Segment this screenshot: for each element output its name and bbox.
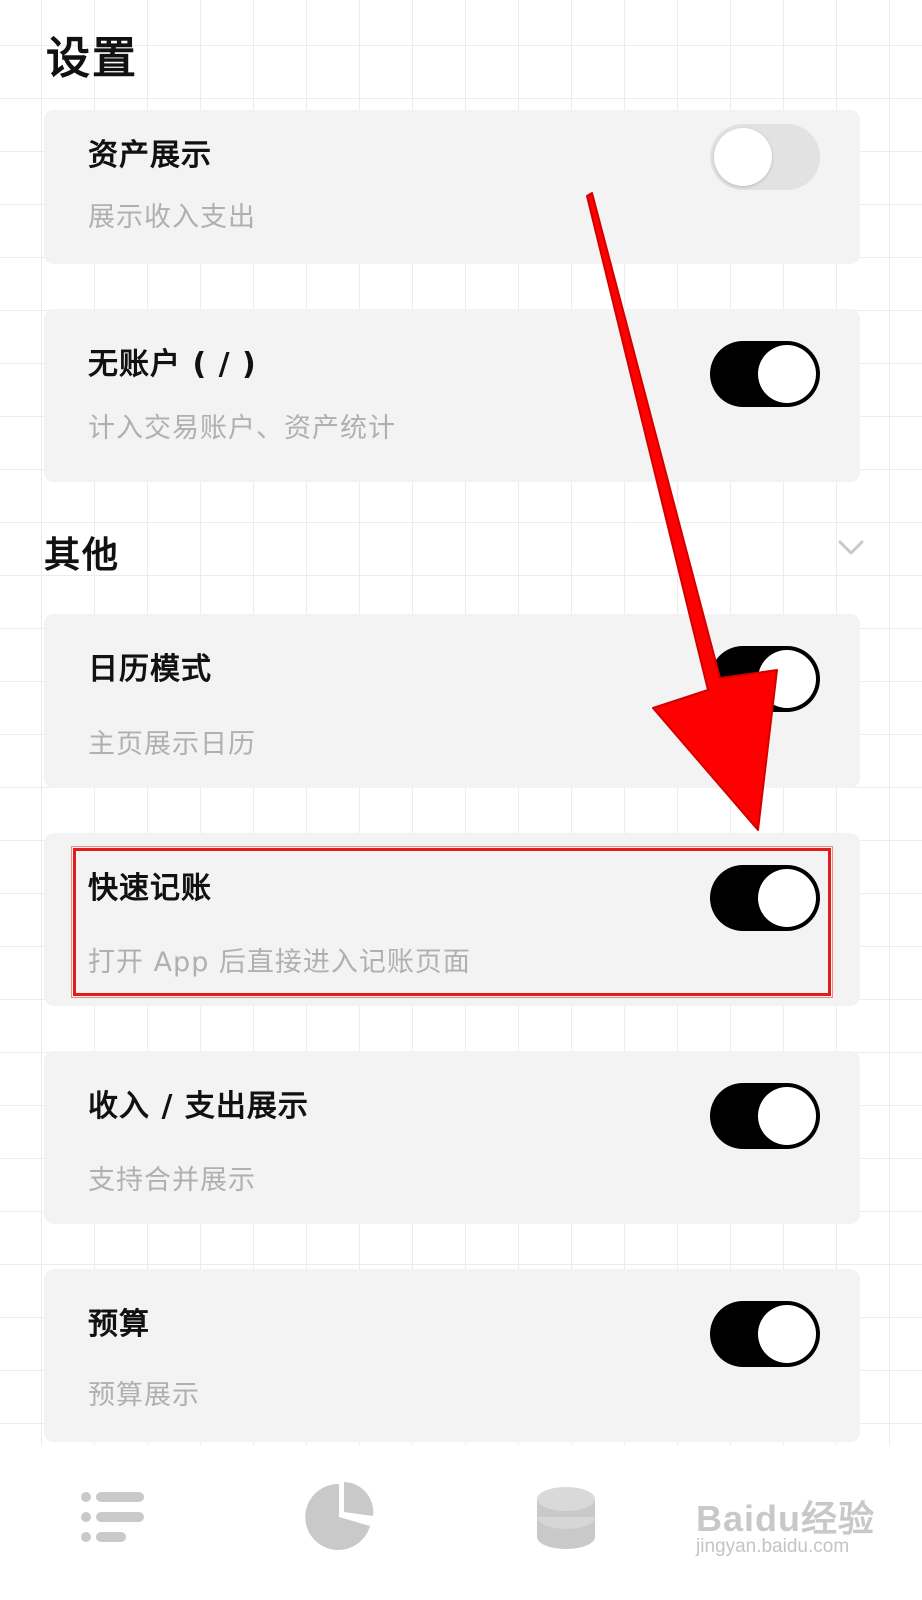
watermark-brand: Baidu经验 <box>696 1498 876 1539</box>
watermark-url: jingyan.baidu.com <box>696 1536 850 1557</box>
toggle-knob <box>758 345 816 403</box>
toggle-knob <box>758 1305 816 1363</box>
toggle-knob <box>714 128 772 186</box>
setting-title: 预算 <box>88 1307 150 1342</box>
setting-card-budget: 预算 预算展示 <box>44 1269 860 1442</box>
setting-subtitle: 主页展示日历 <box>88 729 256 760</box>
setting-title: 无账户 ( / ) <box>88 347 257 382</box>
pie-chart-icon[interactable] <box>304 1482 374 1552</box>
section-title-other: 其他 <box>44 535 121 576</box>
setting-card-calendar-mode: 日历模式 主页展示日历 <box>44 614 860 788</box>
no-account-toggle[interactable] <box>710 341 820 407</box>
setting-title: 收入 / 支出展示 <box>88 1089 309 1124</box>
budget-toggle[interactable] <box>710 1301 820 1367</box>
page-title: 设置 <box>46 33 138 84</box>
setting-subtitle: 支持合并展示 <box>88 1165 256 1196</box>
income-expense-display-toggle[interactable] <box>710 1083 820 1149</box>
highlight-box <box>71 846 833 998</box>
coins-stack-icon[interactable] <box>534 1483 598 1553</box>
chevron-down-icon[interactable] <box>838 534 864 560</box>
setting-card-no-account: 无账户 ( / ) 计入交易账户、资产统计 <box>44 309 860 482</box>
toggle-knob <box>758 1087 816 1145</box>
setting-title: 资产展示 <box>88 138 212 173</box>
toggle-knob <box>758 650 816 708</box>
list-icon[interactable] <box>80 1490 146 1544</box>
asset-display-toggle[interactable] <box>710 124 820 190</box>
watermark: Baidu经验 jingyan.baidu.com <box>690 1480 890 1570</box>
calendar-mode-toggle[interactable] <box>710 646 820 712</box>
setting-subtitle: 预算展示 <box>88 1380 200 1411</box>
setting-subtitle: 展示收入支出 <box>88 202 256 233</box>
setting-card-income-expense-display: 收入 / 支出展示 支持合并展示 <box>44 1051 860 1224</box>
setting-title: 日历模式 <box>88 652 212 687</box>
setting-subtitle: 计入交易账户、资产统计 <box>88 413 396 444</box>
setting-card-asset-display: 资产展示 展示收入支出 <box>44 110 860 264</box>
